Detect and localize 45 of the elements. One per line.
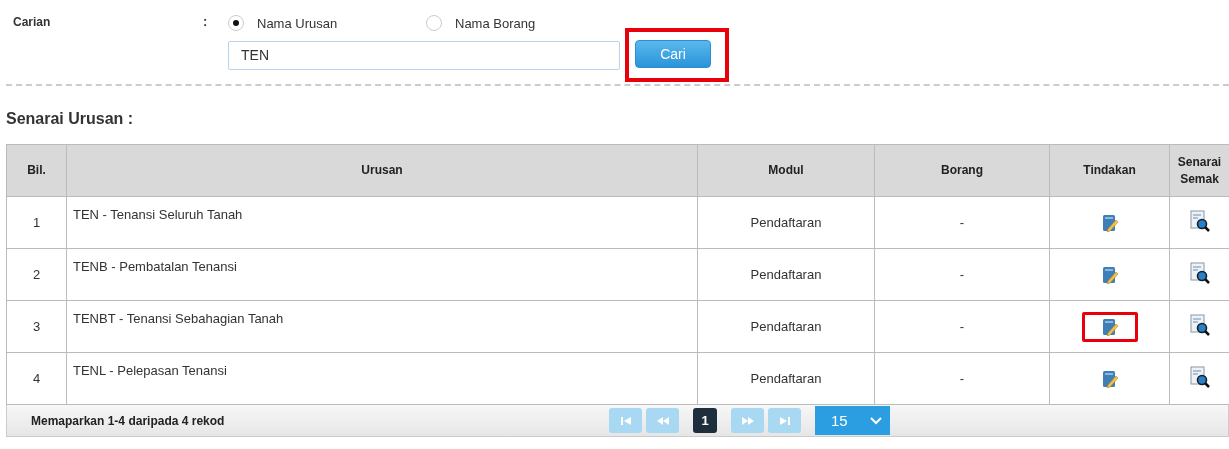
table-cell: Pendaftaran bbox=[697, 300, 875, 353]
search-label: Carian bbox=[13, 14, 52, 29]
table-cell: 3 bbox=[6, 300, 67, 353]
previous-icon bbox=[656, 416, 669, 425]
edit-icon[interactable] bbox=[1100, 317, 1119, 336]
record-summary: Memaparkan 1-4 daripada 4 rekod bbox=[30, 413, 226, 428]
column-header: Bil. bbox=[6, 144, 67, 197]
radio-button[interactable] bbox=[228, 15, 244, 31]
edit-icon[interactable] bbox=[1100, 213, 1119, 232]
table-cell: Pendaftaran bbox=[697, 196, 875, 249]
edit-icon[interactable] bbox=[1100, 369, 1119, 388]
page-button[interactable]: 1 bbox=[693, 408, 717, 433]
table-cell: - bbox=[874, 196, 1050, 249]
table-cell: 1 bbox=[6, 196, 67, 249]
column-header: Modul bbox=[697, 144, 875, 197]
document-search-icon[interactable] bbox=[1188, 365, 1211, 388]
table-cell: TENB - Pembatalan Tenansi bbox=[66, 248, 698, 301]
table-cell: - bbox=[874, 300, 1050, 353]
table-cell: 4 bbox=[6, 352, 67, 405]
document-search-icon[interactable] bbox=[1188, 261, 1211, 284]
table-cell: TEN - Tenansi Seluruh Tanah bbox=[66, 196, 698, 249]
radio-label[interactable]: Nama Urusan bbox=[257, 15, 338, 31]
column-header: Senarai Semak bbox=[1169, 144, 1229, 197]
radio-button[interactable] bbox=[426, 15, 442, 31]
column-header: Tindakan bbox=[1049, 144, 1170, 197]
table-cell: - bbox=[874, 352, 1050, 405]
table-cell: - bbox=[874, 248, 1050, 301]
edit-icon[interactable] bbox=[1100, 265, 1119, 284]
table-cell: Pendaftaran bbox=[697, 248, 875, 301]
chevron-down-icon bbox=[870, 416, 882, 425]
table-cell: TENBT - Tenansi Sebahagian Tanah bbox=[66, 300, 698, 353]
column-header: Borang bbox=[874, 144, 1050, 197]
table-cell: Pendaftaran bbox=[697, 352, 875, 405]
document-search-icon[interactable] bbox=[1188, 313, 1211, 336]
first-page-icon bbox=[619, 416, 632, 425]
table-cell: 2 bbox=[6, 248, 67, 301]
document-search-icon[interactable] bbox=[1188, 209, 1211, 232]
next-icon bbox=[741, 416, 754, 425]
radio-label[interactable]: Nama Borang bbox=[455, 15, 536, 31]
last-page-icon bbox=[778, 416, 791, 425]
table-cell: TENL - Pelepasan Tenansi bbox=[66, 352, 698, 405]
column-header: Urusan bbox=[66, 144, 698, 197]
section-title: Senarai Urusan : bbox=[6, 110, 135, 128]
search-field[interactable]: TEN bbox=[228, 40, 620, 70]
separator: : bbox=[203, 13, 209, 29]
